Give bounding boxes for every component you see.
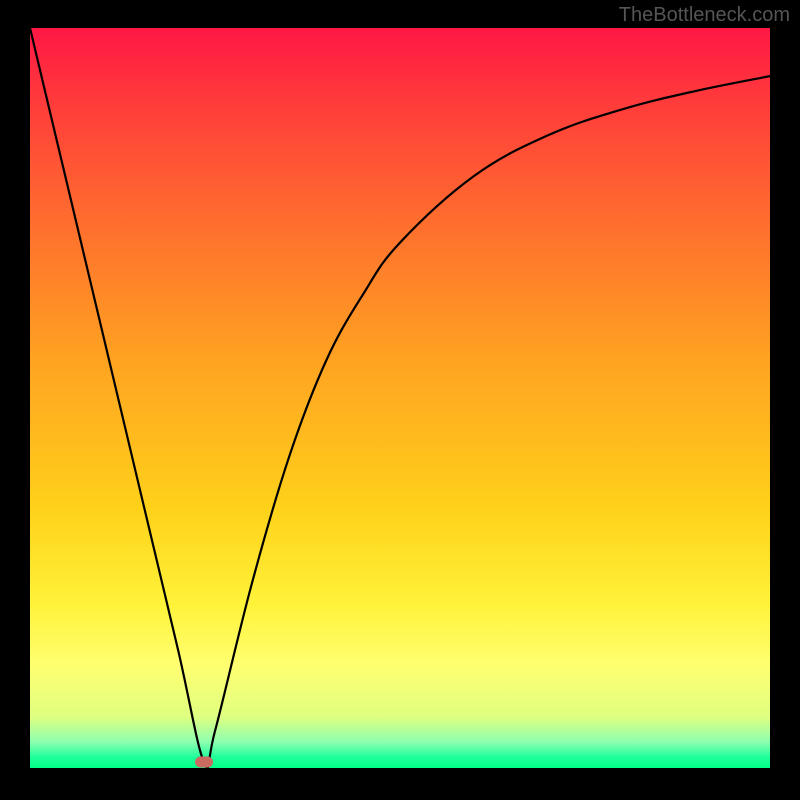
attribution-label: TheBottleneck.com — [619, 4, 790, 27]
plot-area — [30, 28, 770, 768]
bottleneck-curve — [30, 28, 770, 768]
chart-container: TheBottleneck.com — [0, 0, 800, 800]
optimal-point-marker — [195, 757, 213, 768]
